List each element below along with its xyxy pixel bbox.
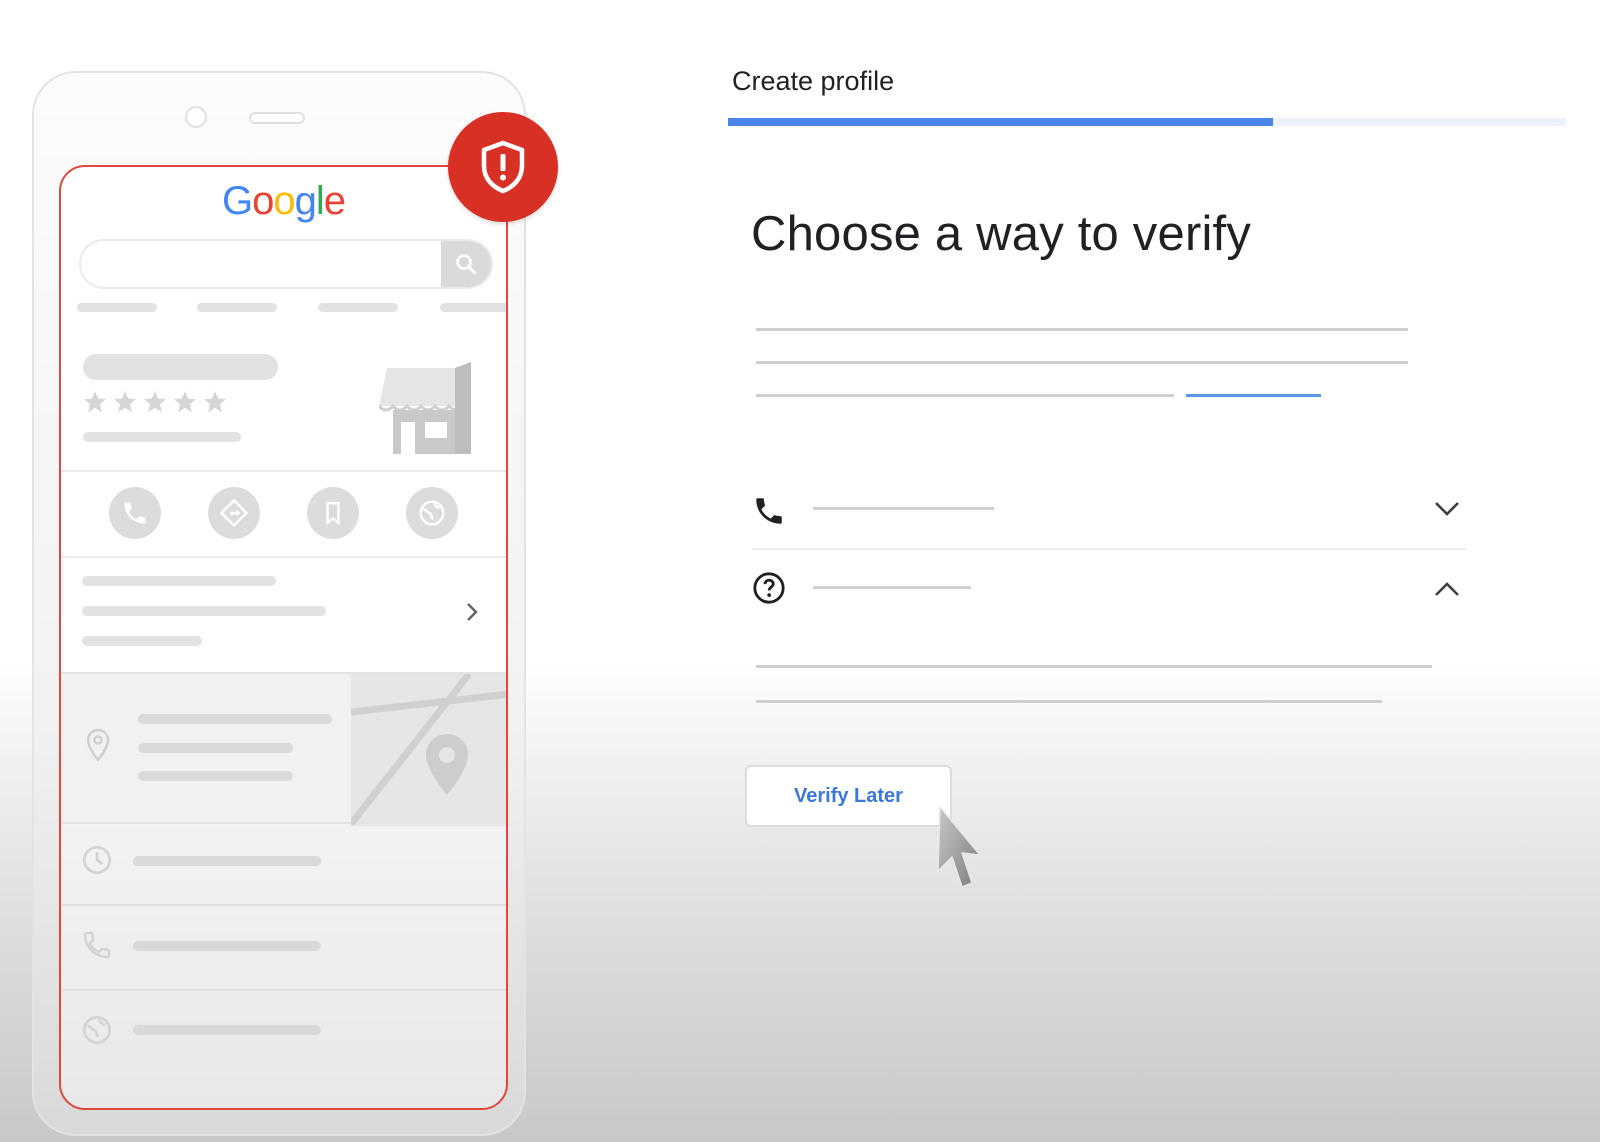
section-divider bbox=[61, 904, 506, 906]
phone-icon bbox=[83, 931, 111, 959]
info-line-placeholder bbox=[82, 576, 276, 586]
phone-speaker bbox=[249, 112, 305, 124]
address-line-placeholder bbox=[138, 771, 293, 781]
logo-letter: G bbox=[221, 179, 253, 223]
description-line bbox=[756, 328, 1408, 331]
description-line bbox=[756, 394, 1174, 397]
chevron-right-icon bbox=[467, 603, 478, 621]
google-logo: Google bbox=[61, 179, 506, 224]
chevron-up-icon[interactable] bbox=[1433, 579, 1461, 599]
info-line-placeholder bbox=[82, 636, 202, 646]
logo-letter: e bbox=[323, 179, 346, 223]
progress-bar bbox=[728, 118, 1566, 126]
option-label-placeholder bbox=[813, 586, 971, 589]
option-detail-line bbox=[756, 700, 1382, 703]
help-circle-icon bbox=[753, 572, 785, 604]
business-name-placeholder bbox=[83, 354, 278, 380]
rating-stars bbox=[84, 391, 226, 413]
phone-line-placeholder bbox=[133, 941, 321, 951]
tab-placeholder bbox=[440, 303, 506, 312]
storefront-icon bbox=[379, 362, 471, 454]
tab-placeholder bbox=[77, 303, 157, 312]
star-icon bbox=[114, 391, 136, 413]
logo-letter: l bbox=[315, 179, 325, 223]
step-label: Create profile bbox=[732, 66, 895, 96]
page-title: Choose a way to verify bbox=[751, 207, 1252, 261]
phone-screen: Google bbox=[59, 165, 508, 1110]
option-label-placeholder bbox=[813, 507, 994, 510]
star-icon bbox=[174, 391, 196, 413]
hours-line-placeholder bbox=[133, 856, 321, 866]
verify-later-button[interactable]: Verify Later bbox=[745, 765, 952, 827]
verify-option-other[interactable] bbox=[752, 564, 1466, 614]
phone-search-input bbox=[79, 239, 493, 289]
phone-camera bbox=[185, 106, 207, 128]
info-line-placeholder bbox=[82, 606, 326, 616]
option-divider bbox=[752, 548, 1466, 550]
mouse-cursor-icon bbox=[937, 806, 981, 888]
globe-icon bbox=[83, 1016, 111, 1044]
chevron-down-icon[interactable] bbox=[1433, 499, 1461, 519]
location-pin-icon bbox=[86, 728, 110, 762]
phone-icon bbox=[756, 498, 782, 524]
tab-placeholder bbox=[318, 303, 398, 312]
phone-icon bbox=[109, 487, 161, 539]
address-line-placeholder bbox=[138, 714, 332, 724]
option-detail-line bbox=[756, 665, 1432, 668]
map-thumbnail bbox=[351, 674, 506, 826]
search-icon bbox=[441, 241, 491, 287]
directions-icon bbox=[208, 487, 260, 539]
section-divider bbox=[61, 470, 506, 472]
bookmark-icon bbox=[307, 487, 359, 539]
logo-letter: g bbox=[294, 179, 317, 223]
star-icon bbox=[84, 391, 106, 413]
shield-alert-icon bbox=[448, 112, 558, 222]
business-detail-placeholder bbox=[83, 432, 241, 442]
verify-option-phone[interactable] bbox=[752, 485, 1466, 535]
section-divider bbox=[61, 556, 506, 558]
progress-bar-fill bbox=[728, 118, 1273, 126]
star-icon bbox=[144, 391, 166, 413]
map-section bbox=[61, 672, 506, 826]
logo-letter: o bbox=[273, 179, 295, 223]
tab-placeholder bbox=[197, 303, 277, 312]
clock-icon bbox=[83, 846, 111, 874]
learn-more-link[interactable] bbox=[1186, 394, 1321, 397]
section-divider bbox=[61, 989, 506, 991]
logo-letter: o bbox=[252, 179, 274, 223]
globe-icon bbox=[406, 487, 458, 539]
star-icon bbox=[204, 391, 226, 413]
description-line bbox=[756, 361, 1408, 364]
address-line-placeholder bbox=[138, 743, 293, 753]
website-line-placeholder bbox=[133, 1025, 321, 1035]
